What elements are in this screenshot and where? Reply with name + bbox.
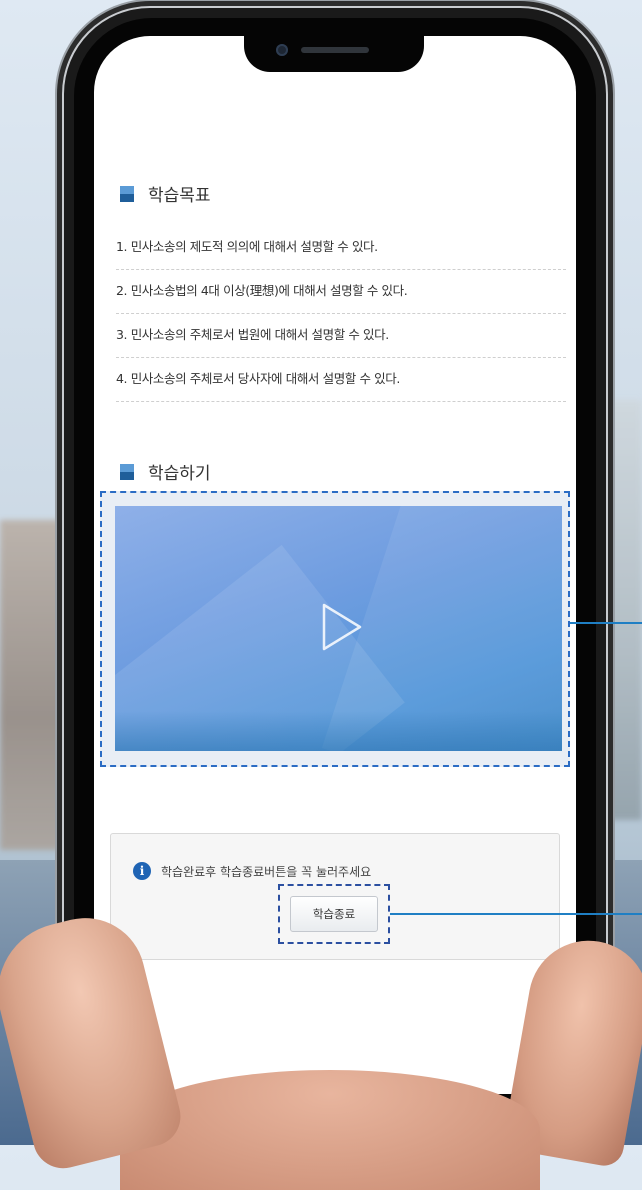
goals-list: 1. 민사소송의 제도적 의의에 대해서 설명할 수 있다. 2. 민사소송법의… [116, 226, 566, 402]
study-title-text: 학습하기 [148, 464, 211, 484]
goals-section-title: 학습목표 [120, 181, 211, 206]
front-camera-icon [276, 44, 288, 56]
video-highlight-frame [100, 491, 570, 767]
section-marker-icon [120, 185, 134, 202]
video-background-shape [115, 711, 562, 751]
phone-notch [244, 36, 424, 72]
video-callout-line [570, 622, 642, 624]
hand-palm [120, 1070, 540, 1190]
goal-item: 4. 민사소송의 주체로서 당사자에 대해서 설명할 수 있다. [116, 358, 566, 402]
goal-item: 3. 민사소송의 주체로서 법원에 대해서 설명할 수 있다. [116, 314, 566, 358]
notice-text: 학습완료후 학습종료버튼을 꼭 눌러주세요 [161, 864, 372, 879]
study-section-title: 학습하기 [120, 459, 211, 484]
info-icon: i [133, 862, 151, 880]
end-study-button[interactable]: 학습종료 [290, 896, 378, 932]
video-player[interactable] [115, 506, 562, 751]
goals-title-text: 학습목표 [148, 186, 211, 206]
speaker-grille [301, 47, 369, 53]
section-marker-icon [120, 463, 134, 480]
completion-notice: i 학습완료후 학습종료버튼을 꼭 눌러주세요 [133, 862, 371, 880]
play-icon[interactable] [320, 601, 364, 653]
goal-item: 2. 민사소송법의 4대 이상(理想)에 대해서 설명할 수 있다. [116, 270, 566, 314]
goal-item: 1. 민사소송의 제도적 의의에 대해서 설명할 수 있다. [116, 226, 566, 270]
end-button-highlight-frame: 학습종료 [278, 884, 390, 944]
button-callout-line [390, 913, 642, 915]
phone-screen: 학습목표 1. 민사소송의 제도적 의의에 대해서 설명할 수 있다. 2. 민… [94, 36, 576, 1094]
